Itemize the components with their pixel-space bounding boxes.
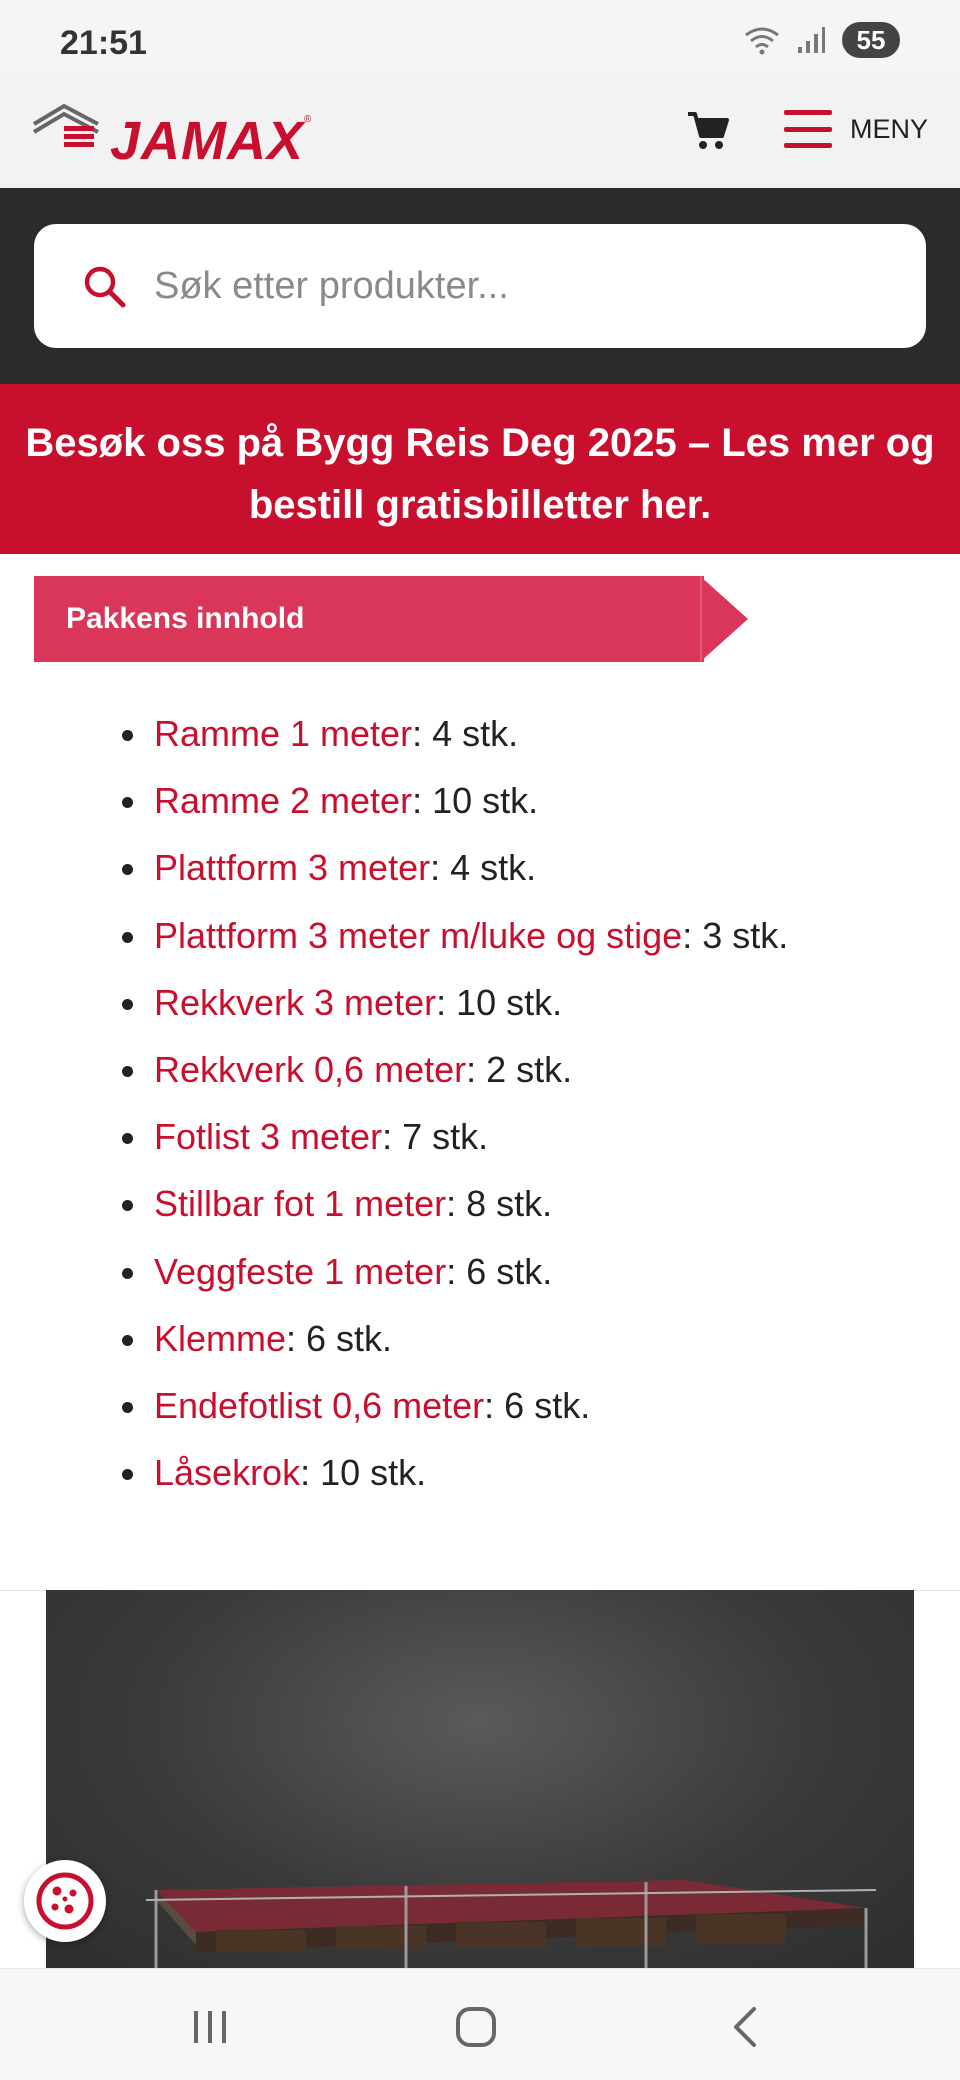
signal-icon (798, 27, 825, 53)
item-quantity: : 3 stk. (682, 914, 789, 956)
status-bar: 21:51 55 (0, 0, 960, 72)
hamburger-icon (784, 110, 832, 148)
list-item: Endefotlist 0,6 meter: 6 stk. (122, 1372, 788, 1439)
back-icon (734, 2007, 756, 2047)
package-contents-list: Ramme 1 meter: 4 stk. Ramme 2 meter: 10 … (122, 700, 788, 1506)
product-link[interactable]: Ramme 2 meter (154, 780, 412, 821)
battery-icon: 55 (842, 22, 900, 58)
product-link[interactable]: Plattform 3 meter m/luke og stige (154, 915, 682, 956)
cart-icon[interactable] (686, 108, 730, 152)
search-band (0, 188, 960, 384)
section-title: Pakkens innhold (66, 602, 305, 635)
section-header: Pakkens innhold (34, 576, 704, 662)
product-link[interactable]: Låsekrok (154, 1452, 300, 1493)
site-header: JAMAX ® MENY (0, 72, 960, 188)
logo-roof-icon (32, 103, 99, 147)
list-item: Plattform 3 meter: 4 stk. (122, 834, 788, 901)
product-link[interactable]: Rekkverk 0,6 meter (154, 1049, 466, 1090)
list-item: Plattform 3 meter m/luke og stige: 3 stk… (122, 902, 788, 969)
item-quantity: : 10 stk. (436, 981, 563, 1023)
product-link[interactable]: Fotlist 3 meter (154, 1116, 382, 1157)
product-link[interactable]: Rekkverk 3 meter (154, 982, 436, 1023)
list-item: Veggfeste 1 meter: 6 stk. (122, 1238, 788, 1305)
search-input[interactable] (154, 264, 874, 308)
status-time: 21:51 (60, 24, 147, 62)
logo-text: JAMAX (110, 111, 305, 171)
system-nav-bar (0, 1968, 960, 2080)
product-link[interactable]: Veggfeste 1 meter (154, 1251, 446, 1292)
list-item: Rekkverk 3 meter: 10 stk. (122, 969, 788, 1036)
section-arrow-icon (700, 576, 748, 662)
list-item: Ramme 1 meter: 4 stk. (122, 700, 788, 767)
promo-banner[interactable]: Besøk oss på Bygg Reis Deg 2025 – Les me… (0, 384, 960, 554)
item-quantity: : 6 stk. (484, 1384, 591, 1426)
item-quantity: : 6 stk. (446, 1250, 553, 1292)
product-link[interactable]: Klemme (154, 1318, 286, 1359)
promo-text: Besøk oss på Bygg Reis Deg 2025 – Les me… (25, 421, 935, 527)
wifi-icon (745, 27, 779, 55)
list-item: Ramme 2 meter: 10 stk. (122, 767, 788, 834)
product-link[interactable]: Endefotlist 0,6 meter (154, 1385, 484, 1426)
scaffold-platform-image (145, 1880, 877, 1968)
item-quantity: : 10 stk. (412, 780, 539, 822)
list-item: Låsekrok: 10 stk. (122, 1439, 788, 1506)
item-quantity: : 8 stk. (446, 1183, 553, 1225)
item-quantity: : 6 stk. (286, 1317, 393, 1359)
search-icon (84, 266, 126, 308)
menu-button[interactable]: MENY (784, 110, 928, 148)
product-link[interactable]: Stillbar fot 1 meter (154, 1183, 446, 1224)
item-quantity: : 4 stk. (412, 713, 519, 754)
item-quantity: : 10 stk. (300, 1452, 427, 1494)
status-icons: 55 (744, 22, 900, 58)
search-box[interactable] (34, 224, 926, 348)
product-image (46, 1590, 914, 1968)
recent-apps-button[interactable] (180, 1997, 240, 2057)
recent-apps-icon (194, 2011, 226, 2043)
list-item: Rekkverk 0,6 meter: 2 stk. (122, 1036, 788, 1103)
home-icon (456, 2007, 496, 2047)
cookie-settings-button[interactable] (24, 1860, 106, 1942)
menu-label: MENY (850, 113, 929, 144)
item-quantity: : 4 stk. (430, 847, 537, 889)
back-button[interactable] (716, 1997, 776, 2057)
list-item: Fotlist 3 meter: 7 stk. (122, 1103, 788, 1170)
product-link[interactable]: Plattform 3 meter (154, 847, 430, 888)
product-link[interactable]: Ramme 1 meter (154, 713, 412, 754)
logo[interactable]: JAMAX ® (32, 98, 322, 171)
logo-registered-mark: ® (304, 114, 312, 125)
item-quantity: : 7 stk. (382, 1116, 489, 1158)
list-item: Stillbar fot 1 meter: 8 stk. (122, 1170, 788, 1237)
item-quantity: : 2 stk. (466, 1048, 573, 1090)
home-button[interactable] (446, 1997, 506, 2057)
cookie-icon (36, 1872, 94, 1930)
battery-level: 55 (856, 24, 886, 55)
list-item: Klemme: 6 stk. (122, 1305, 788, 1372)
